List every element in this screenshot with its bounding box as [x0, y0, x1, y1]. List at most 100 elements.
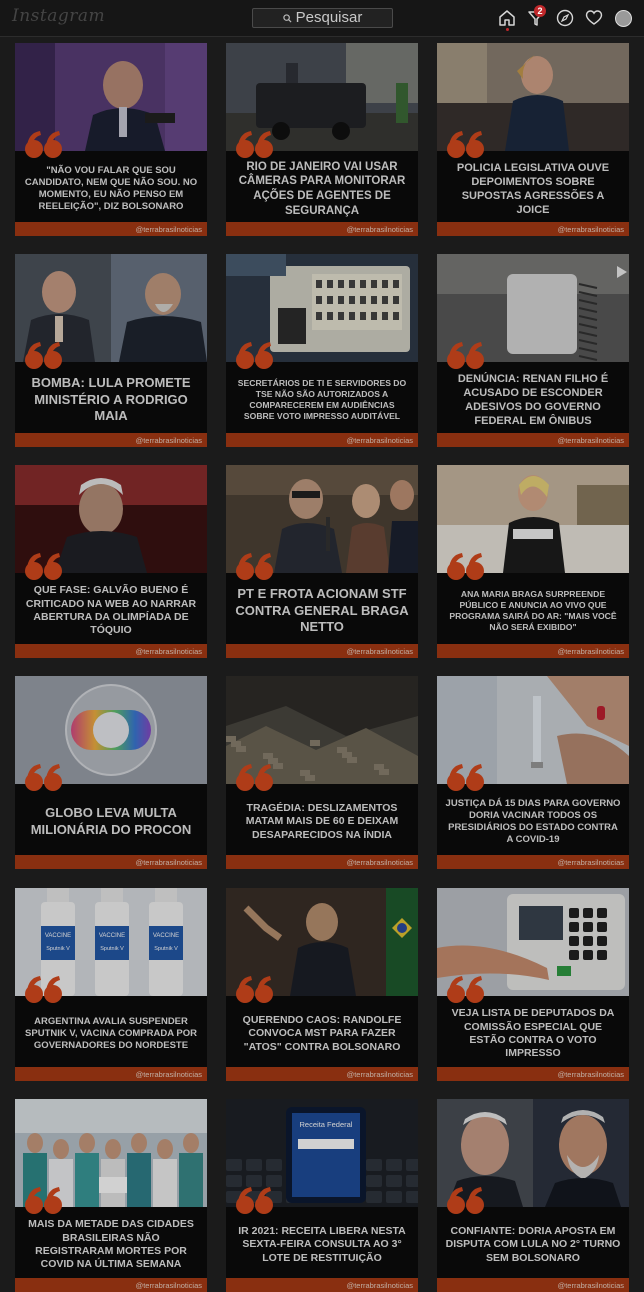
post-card[interactable]: VEJA LISTA DE DEPUTADOS DA COMISSÃO ESPE…: [437, 888, 629, 1081]
svg-text:VACCINE: VACCINE: [45, 933, 71, 939]
quote-mark-icon: [24, 762, 64, 794]
post-handle: @terrabrasilnoticias: [135, 1281, 202, 1290]
post-headline: GLOBO LEVA MULTA MILIONÁRIA DO PROCON: [30, 805, 192, 837]
post-card[interactable]: BOMBA: LULA PROMETE MINISTÉRIO A RODRIGO…: [15, 254, 207, 447]
explore-icon[interactable]: [556, 9, 574, 27]
post-handle: @terrabrasilnoticias: [346, 1070, 413, 1079]
quote-mark-icon: [446, 551, 486, 583]
profile-avatar[interactable]: [615, 10, 632, 27]
svg-text:VACCINE: VACCINE: [153, 933, 179, 939]
quote-mark-icon: [235, 762, 275, 794]
post-handle: @terrabrasilnoticias: [557, 1070, 624, 1079]
quote-mark-icon: [446, 129, 486, 161]
post-headline: IR 2021: RECEITA LIBERA NESTA SEXTA-FEIR…: [238, 1224, 406, 1264]
post-handle: @terrabrasilnoticias: [346, 858, 413, 867]
post-headline: QUERENDO CAOS: RANDOLFE CONVOCA MST PARA…: [242, 1013, 402, 1053]
post-footer-bar: @terrabrasilnoticias: [437, 855, 629, 869]
post-card[interactable]: TRAGÉDIA: DESLIZAMENTOS MATAM MAIS DE 60…: [226, 676, 418, 869]
post-footer-bar: @terrabrasilnoticias: [15, 222, 207, 236]
post-card[interactable]: DENÚNCIA: RENAN FILHO É ACUSADO DE ESCON…: [437, 254, 629, 447]
svg-text:Receita Federal: Receita Federal: [300, 1120, 353, 1129]
quote-mark-icon: [446, 1185, 486, 1217]
post-handle: @terrabrasilnoticias: [135, 647, 202, 656]
post-handle: @terrabrasilnoticias: [557, 1281, 624, 1290]
post-card[interactable]: POLICIA LEGISLATIVA OUVE DEPOIMENTOS SOB…: [437, 43, 629, 236]
top-navigation-bar: Instagram Pesquisar 2: [0, 0, 644, 37]
quote-mark-icon: [446, 340, 486, 372]
post-handle: @terrabrasilnoticias: [557, 436, 624, 445]
post-headline: "NÃO VOU FALAR QUE SOU CANDIDATO, NEM QU…: [24, 164, 198, 213]
post-footer-bar: @terrabrasilnoticias: [437, 222, 629, 236]
post-footer-bar: @terrabrasilnoticias: [15, 855, 207, 869]
post-footer-bar: @terrabrasilnoticias: [15, 1067, 207, 1081]
post-footer-bar: @terrabrasilnoticias: [437, 1278, 629, 1292]
post-headline: VEJA LISTA DE DEPUTADOS DA COMISSÃO ESPE…: [451, 1007, 615, 1060]
post-card[interactable]: SECRETÁRIOS DE TI E SERVIDORES DO TSE NÃ…: [226, 254, 418, 447]
post-handle: @terrabrasilnoticias: [135, 858, 202, 867]
post-handle: @terrabrasilnoticias: [557, 647, 624, 656]
post-card[interactable]: QUE FASE: GALVÃO BUENO É CRITICADO NA WE…: [15, 465, 207, 658]
quote-mark-icon: [446, 974, 486, 1006]
post-handle: @terrabrasilnoticias: [135, 1070, 202, 1079]
svg-text:Sputnik V: Sputnik V: [154, 946, 178, 952]
home-active-indicator: [506, 28, 509, 31]
instagram-logo[interactable]: Instagram: [12, 6, 105, 26]
svg-text:Sputnik V: Sputnik V: [46, 946, 70, 952]
post-card[interactable]: "NÃO VOU FALAR QUE SOU CANDIDATO, NEM QU…: [15, 43, 207, 236]
post-headline: BOMBA: LULA PROMETE MINISTÉRIO A RODRIGO…: [31, 375, 191, 424]
quote-mark-icon: [235, 129, 275, 161]
post-footer-bar: @terrabrasilnoticias: [15, 1278, 207, 1292]
post-footer-bar: @terrabrasilnoticias: [15, 644, 207, 658]
post-headline: POLICIA LEGISLATIVA OUVE DEPOIMENTOS SOB…: [456, 161, 610, 217]
post-headline: RIO DE JANEIRO VAI USAR CÂMERAS PARA MON…: [238, 160, 406, 217]
quote-mark-icon: [24, 551, 64, 583]
post-handle: @terrabrasilnoticias: [346, 436, 413, 445]
post-footer-bar: @terrabrasilnoticias: [226, 222, 418, 236]
quote-mark-icon: [24, 1185, 64, 1217]
quote-mark-icon: [235, 974, 275, 1006]
home-icon[interactable]: [498, 9, 516, 27]
post-headline: JUSTIÇA DÁ 15 DIAS PARA GOVERNO DORIA VA…: [445, 797, 621, 846]
post-handle: @terrabrasilnoticias: [557, 858, 624, 867]
post-handle: @terrabrasilnoticias: [135, 436, 202, 445]
post-card[interactable]: PT E FROTA ACIONAM STF CONTRA GENERAL BR…: [226, 465, 418, 658]
search-input[interactable]: Pesquisar: [252, 8, 393, 28]
post-footer-bar: @terrabrasilnoticias: [437, 1067, 629, 1081]
post-card[interactable]: CONFIANTE: DORIA APOSTA EM DISPUTA COM L…: [437, 1099, 629, 1292]
post-headline: SECRETÁRIOS DE TI E SERVIDORES DO TSE NÃ…: [237, 378, 407, 421]
post-card[interactable]: RIO DE JANEIRO VAI USAR CÂMERAS PARA MON…: [226, 43, 418, 236]
post-headline: PT E FROTA ACIONAM STF CONTRA GENERAL BR…: [235, 586, 409, 635]
post-footer-bar: @terrabrasilnoticias: [226, 1278, 418, 1292]
post-headline: ARGENTINA AVALIA SUSPENDER SPUTNIK V, VA…: [25, 1015, 197, 1052]
post-footer-bar: @terrabrasilnoticias: [226, 1067, 418, 1081]
post-card[interactable]: ANA MARIA BRAGA SURPREENDE PÚBLICO E ANU…: [437, 465, 629, 658]
post-card[interactable]: Receita Federal IR 2021: RECEITA LIBERA N…: [226, 1099, 418, 1292]
post-headline: ANA MARIA BRAGA SURPREENDE PÚBLICO E ANU…: [449, 589, 617, 632]
post-handle: @terrabrasilnoticias: [346, 647, 413, 656]
post-footer-bar: @terrabrasilnoticias: [226, 855, 418, 869]
post-card[interactable]: GLOBO LEVA MULTA MILIONÁRIA DO PROCON @te…: [15, 676, 207, 869]
post-handle: @terrabrasilnoticias: [346, 225, 413, 234]
quote-mark-icon: [235, 1185, 275, 1217]
quote-mark-icon: [24, 974, 64, 1006]
post-headline: TRAGÉDIA: DESLIZAMENTOS MATAM MAIS DE 60…: [245, 801, 399, 841]
post-handle: @terrabrasilnoticias: [135, 225, 202, 234]
quote-mark-icon: [24, 340, 64, 372]
post-headline: QUE FASE: GALVÃO BUENO É CRITICADO NA WE…: [25, 584, 197, 637]
quote-mark-icon: [446, 762, 486, 794]
post-card[interactable]: VACCINE Sputnik V VACCINE Sputnik V VACCINE S…: [15, 888, 207, 1081]
post-footer-bar: @terrabrasilnoticias: [437, 433, 629, 447]
post-headline: MAIS DA METADE DAS CIDADES BRASILEIRAS N…: [28, 1218, 194, 1271]
post-handle: @terrabrasilnoticias: [346, 1281, 413, 1290]
quote-mark-icon: [235, 340, 275, 372]
post-footer-bar: @terrabrasilnoticias: [226, 433, 418, 447]
quote-mark-icon: [24, 129, 64, 161]
post-footer-bar: @terrabrasilnoticias: [226, 644, 418, 658]
post-handle: @terrabrasilnoticias: [557, 225, 624, 234]
post-card[interactable]: MAIS DA METADE DAS CIDADES BRASILEIRAS N…: [15, 1099, 207, 1292]
heart-icon[interactable]: [585, 9, 603, 27]
search-icon: [282, 13, 292, 23]
search-placeholder: Pesquisar: [295, 9, 363, 26]
post-card[interactable]: JUSTIÇA DÁ 15 DIAS PARA GOVERNO DORIA VA…: [437, 676, 629, 869]
post-card[interactable]: QUERENDO CAOS: RANDOLFE CONVOCA MST PARA…: [226, 888, 418, 1081]
